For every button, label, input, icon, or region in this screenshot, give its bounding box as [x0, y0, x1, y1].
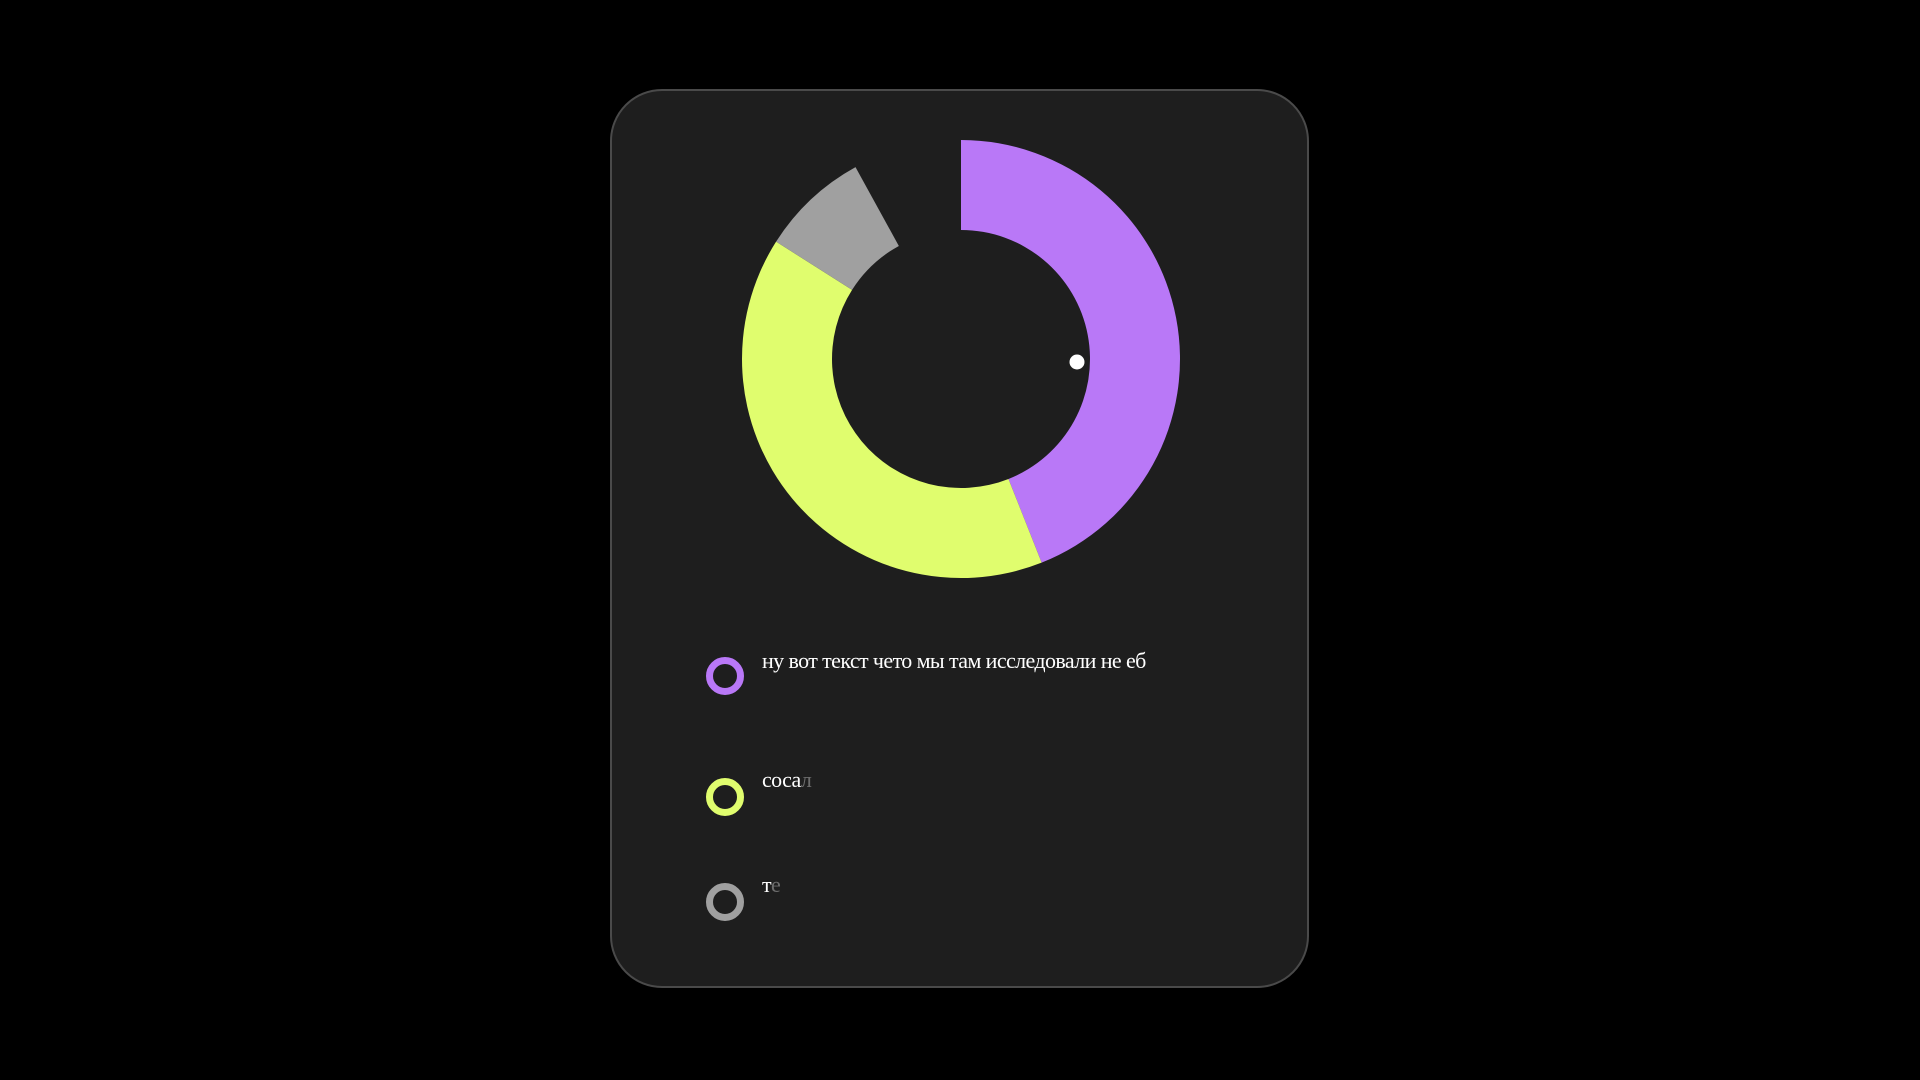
legend-label-1: ну вот текст чето мы там исследовали не … — [762, 648, 1146, 673]
legend-marker-2 — [706, 778, 744, 816]
donut-marker-dot — [1069, 354, 1085, 370]
legend-marker-3 — [706, 883, 744, 921]
legend-label-2: сосал — [762, 767, 812, 792]
donut-chart — [742, 140, 1180, 578]
chart-card: ну вот текст чето мы там исследовали не … — [610, 89, 1309, 988]
donut-slice-2 — [742, 241, 1042, 578]
legend-marker-1 — [706, 657, 744, 695]
legend-label-3: те — [762, 872, 781, 897]
